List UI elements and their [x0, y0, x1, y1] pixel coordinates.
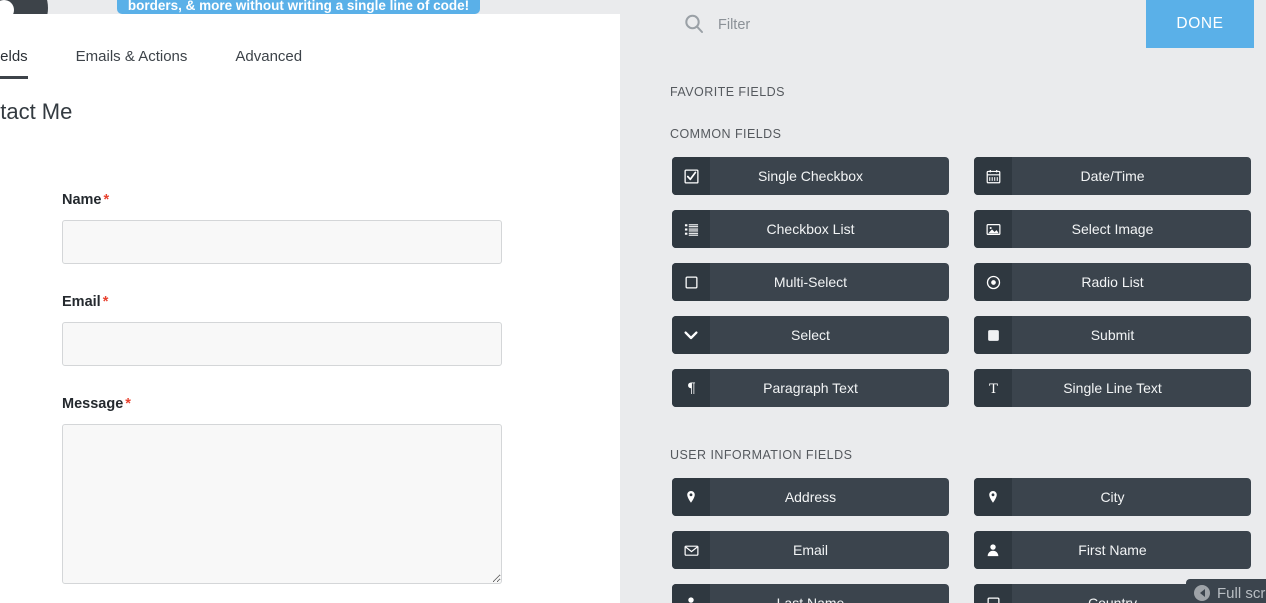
- tab-emails-actions[interactable]: Emails & Actions: [76, 48, 188, 79]
- section-header-favorite-fields: FAVORITE FIELDS: [670, 85, 785, 99]
- common-fields-grid: Single Checkbox Date/Time Checkbox List …: [672, 157, 1252, 407]
- field-button-email[interactable]: Email: [672, 531, 949, 569]
- fullscreen-hint-overlay[interactable]: Full scre: [1186, 579, 1266, 603]
- field-label-name-text: Name: [62, 192, 102, 208]
- field-button-paragraph-text[interactable]: ¶ Paragraph Text: [672, 369, 949, 407]
- field-button-address[interactable]: Address: [672, 478, 949, 516]
- form-preview: Name * Email * Message *: [62, 192, 502, 603]
- square-outline-icon: [672, 263, 710, 301]
- field-label-email-text: Email: [62, 294, 101, 310]
- svg-text:¶: ¶: [687, 381, 696, 396]
- form-field-name: Name *: [62, 192, 502, 264]
- form-builder-screen: borders, & more without writing a single…: [0, 0, 1266, 603]
- required-asterisk: *: [103, 192, 110, 208]
- field-button-label: Select Image: [1071, 221, 1154, 237]
- field-button-label: Paragraph Text: [763, 380, 858, 396]
- map-pin-icon: [974, 478, 1012, 516]
- svg-text:T: T: [989, 382, 998, 396]
- fullscreen-back-icon: [1194, 585, 1210, 601]
- required-asterisk: *: [125, 396, 131, 412]
- field-button-date-time[interactable]: Date/Time: [974, 157, 1251, 195]
- field-button-label: Email: [792, 542, 828, 558]
- fullscreen-hint-label: Full scre: [1217, 584, 1266, 602]
- builder-tabs: rm Fields Emails & Actions Advanced: [0, 48, 350, 82]
- submit-square-icon: [974, 316, 1012, 354]
- field-picker-header: DONE: [620, 0, 1266, 48]
- field-button-city[interactable]: City: [974, 478, 1251, 516]
- field-button-label: Select: [791, 327, 830, 343]
- person-icon: [974, 531, 1012, 569]
- form-field-email: Email *: [62, 294, 502, 366]
- form-field-message: Message *: [62, 396, 502, 589]
- person-icon: [672, 584, 710, 603]
- field-button-first-name[interactable]: First Name: [974, 531, 1251, 569]
- field-button-label: Submit: [1090, 327, 1135, 343]
- field-button-select[interactable]: Select: [672, 316, 949, 354]
- required-asterisk: *: [102, 294, 109, 310]
- search-icon: [682, 12, 706, 36]
- radio-icon: [974, 263, 1012, 301]
- field-button-single-checkbox[interactable]: Single Checkbox: [672, 157, 949, 195]
- field-button-radio-list[interactable]: Radio List: [974, 263, 1251, 301]
- done-button[interactable]: DONE: [1146, 0, 1254, 48]
- user-information-fields-grid: Address City Email First Name Last Name …: [672, 478, 1252, 603]
- field-button-label: Radio List: [1081, 274, 1144, 290]
- section-header-user-information-fields: USER INFORMATION FIELDS: [670, 448, 853, 462]
- field-button-submit[interactable]: Submit: [974, 316, 1251, 354]
- field-button-label: Single Checkbox: [757, 168, 864, 184]
- pilcrow-icon: ¶: [672, 369, 710, 407]
- field-button-label: City: [1100, 489, 1125, 505]
- text-t-icon: T: [974, 369, 1012, 407]
- envelope-icon: [672, 531, 710, 569]
- square-outline-icon: [974, 584, 1012, 603]
- field-label-message-text: Message: [62, 396, 124, 412]
- field-button-label: First Name: [1078, 542, 1147, 558]
- field-button-label: Date/Time: [1080, 168, 1145, 184]
- tab-form-fields[interactable]: rm Fields: [0, 48, 28, 79]
- field-button-checkbox-list[interactable]: Checkbox List: [672, 210, 949, 248]
- field-button-label: Address: [784, 489, 837, 505]
- field-button-label: Multi-Select: [773, 274, 848, 290]
- checkbox-checked-icon: [672, 157, 710, 195]
- field-button-label: Last Name: [776, 595, 845, 603]
- list-icon: [672, 210, 710, 248]
- field-button-last-name[interactable]: Last Name: [672, 584, 949, 603]
- promo-banner[interactable]: borders, & more without writing a single…: [117, 0, 480, 14]
- field-button-label: Checkbox List: [766, 221, 855, 237]
- message-textarea[interactable]: [62, 424, 502, 584]
- tab-advanced[interactable]: Advanced: [235, 48, 302, 79]
- image-icon: [974, 210, 1012, 248]
- map-pin-icon: [672, 478, 710, 516]
- form-title: ntact Me: [0, 99, 73, 124]
- field-button-single-line-text[interactable]: T Single Line Text: [974, 369, 1251, 407]
- field-picker-panel: DONE FAVORITE FIELDS COMMON FIELDS Singl…: [620, 0, 1266, 603]
- section-header-common-fields: COMMON FIELDS: [670, 127, 782, 141]
- field-button-select-image[interactable]: Select Image: [974, 210, 1251, 248]
- form-builder-panel: rm Fields Emails & Actions Advanced ntac…: [0, 14, 620, 603]
- email-input[interactable]: [62, 322, 502, 366]
- field-button-multi-select[interactable]: Multi-Select: [672, 263, 949, 301]
- field-label-email: Email *: [62, 294, 502, 310]
- field-label-message: Message *: [62, 396, 502, 412]
- field-label-name: Name *: [62, 192, 502, 208]
- name-input[interactable]: [62, 220, 502, 264]
- chevron-down-icon: [672, 316, 710, 354]
- calendar-icon: [974, 157, 1012, 195]
- field-button-label: Single Line Text: [1063, 380, 1162, 396]
